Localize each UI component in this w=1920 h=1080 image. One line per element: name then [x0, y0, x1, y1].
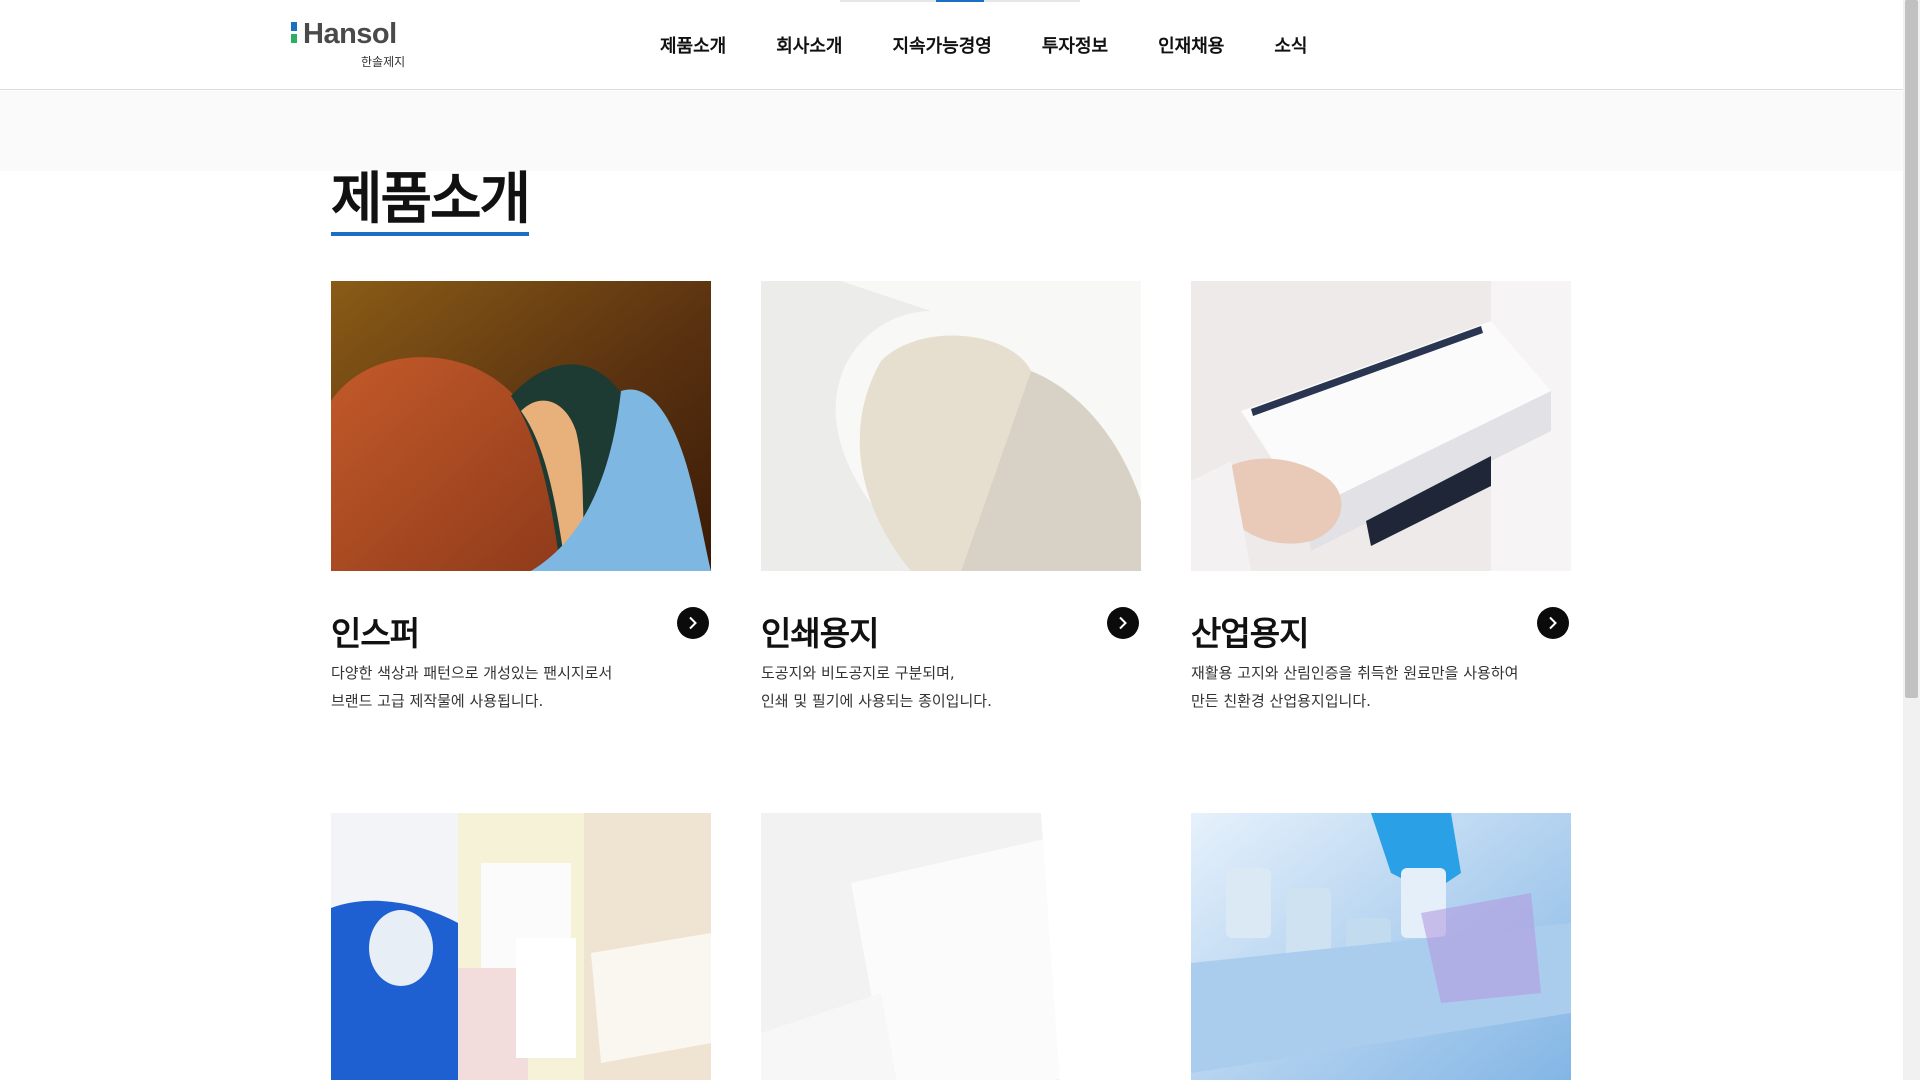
card-desc-line: 재활용 고지와 산림인증을 취득한 원료만을 사용하여 — [1191, 664, 1519, 682]
card-desc-line: 인쇄 및 필기에 사용되는 종이입니다. — [761, 692, 992, 710]
header-band — [0, 91, 1903, 171]
card-more-button[interactable] — [1537, 607, 1569, 639]
thermal-paper-image — [761, 813, 1141, 1080]
nav-item-products[interactable]: 제품소개 — [660, 32, 726, 58]
card-title: 산업용지 — [1191, 614, 1309, 653]
logo-mark-icon — [291, 22, 297, 44]
card-description: 다양한 색상과 패턴으로 개성있는 팬시지로서 브랜드 고급 제작물에 사용됩니… — [331, 659, 711, 715]
printing-paper-image — [761, 281, 1141, 571]
card-title: 인쇄용지 — [761, 614, 879, 653]
scrollbar[interactable] — [1903, 0, 1920, 1080]
packaging-image — [331, 813, 711, 1080]
card-title: 인스퍼 — [331, 614, 420, 653]
card-desc-line: 브랜드 고급 제작물에 사용됩니다. — [331, 692, 544, 710]
card-more-button[interactable] — [1107, 607, 1139, 639]
site-header: Hansol 한솔제지 제품소개 회사소개 지속가능경영 투자정보 인재채용 소… — [0, 0, 1903, 90]
page-title: 제품소개 — [331, 172, 531, 236]
logo-subtitle: 한솔제지 — [361, 55, 406, 69]
nav-item-careers[interactable]: 인재채용 — [1158, 32, 1224, 58]
industrial-paper-image — [1191, 281, 1571, 571]
main-nav: 제품소개 회사소개 지속가능경영 투자정보 인재채용 소식 — [660, 0, 1307, 90]
logo-wordmark: Hansol — [303, 18, 397, 50]
chevron-right-icon — [689, 616, 697, 630]
hansol-logo[interactable]: Hansol 한솔제지 — [291, 18, 421, 72]
chevron-right-icon — [1549, 616, 1557, 630]
insper-image — [331, 281, 711, 571]
scrollbar-thumb[interactable] — [1905, 0, 1918, 698]
medical-image — [1191, 813, 1571, 1080]
card-more-button[interactable] — [677, 607, 709, 639]
card-desc-line: 다양한 색상과 패턴으로 개성있는 팬시지로서 — [331, 664, 613, 682]
nav-item-news[interactable]: 소식 — [1274, 32, 1307, 58]
nav-item-company[interactable]: 회사소개 — [776, 32, 842, 58]
card-description: 도공지와 비도공지로 구분되며, 인쇄 및 필기에 사용되는 종이입니다. — [761, 659, 1141, 715]
chevron-right-icon — [1119, 616, 1127, 630]
nav-item-investors[interactable]: 투자정보 — [1042, 32, 1108, 58]
card-desc-line: 도공지와 비도공지로 구분되며, — [761, 664, 955, 682]
card-description: 재활용 고지와 산림인증을 취득한 원료만을 사용하여 만든 친환경 산업용지입… — [1191, 659, 1571, 715]
card-desc-line: 만든 친환경 산업용지입니다. — [1191, 692, 1371, 710]
nav-item-sustainability[interactable]: 지속가능경영 — [893, 32, 992, 58]
